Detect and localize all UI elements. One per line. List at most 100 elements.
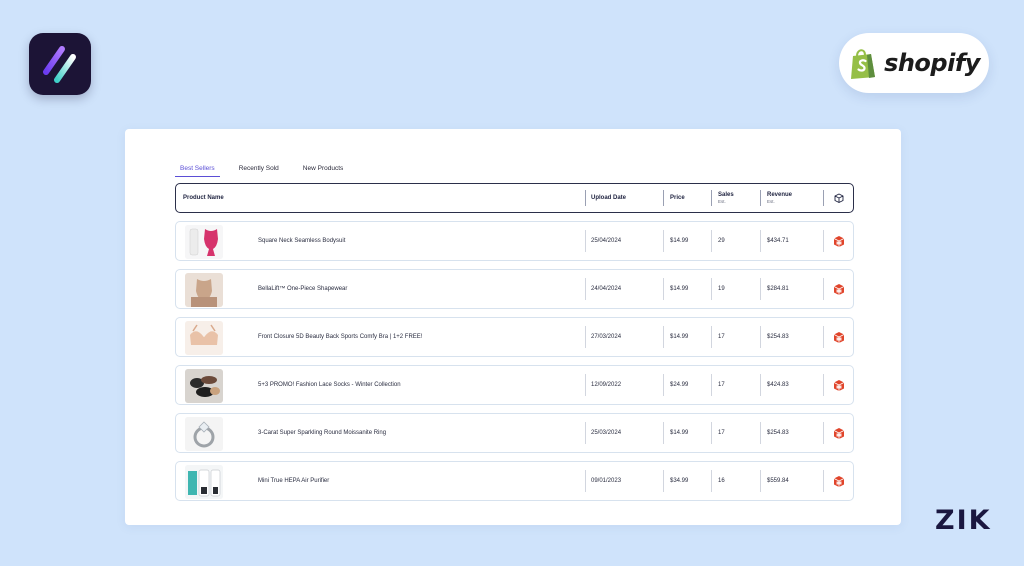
table-row[interactable]: 3-Carat Super Sparkling Round Moissanite… [175,413,854,453]
product-name[interactable]: 5+3 PROMO! Fashion Lace Socks - Winter C… [258,366,401,404]
column-divider [711,190,712,206]
price: $14.99 [670,430,689,436]
column-divider [760,326,761,348]
upload-date: 25/03/2024 [591,430,622,436]
column-divider [711,278,712,300]
sales-count: 17 [718,382,725,388]
column-divider [663,190,664,206]
column-header-revenue-label: Revenue [767,192,793,198]
upload-date: 12/09/2022 [591,382,622,388]
column-divider [823,278,824,300]
column-divider [760,230,761,252]
column-divider [711,422,712,444]
table-header: Product Name Upload Date Price Sales Est… [175,183,854,213]
column-header-revenue[interactable]: Revenue Est. [767,184,792,212]
column-divider [760,422,761,444]
product-box-icon[interactable] [833,475,845,488]
revenue: $424.83 [767,382,789,388]
column-divider [760,190,761,206]
price: $14.99 [670,334,689,340]
product-thumbnail[interactable] [185,417,223,451]
revenue: $284.81 [767,286,789,292]
revenue: $254.83 [767,430,789,436]
column-divider [585,278,586,300]
box-icon [834,193,844,203]
column-divider [711,326,712,348]
product-table-panel: Best Sellers Recently Sold New Products … [125,129,901,525]
shopify-badge: shopify [839,33,989,93]
app-logo-icon [43,46,76,83]
product-box-icon[interactable] [833,331,845,344]
sales-count: 17 [718,430,725,436]
column-divider [823,230,824,252]
product-name[interactable]: Mini True HEPA Air Purifier [258,462,329,500]
column-header-upload-date[interactable]: Upload Date [591,184,626,212]
sales-count: 19 [718,286,725,292]
column-header-box [834,184,844,212]
column-divider [760,374,761,396]
column-divider [711,230,712,252]
tab-best-sellers[interactable]: Best Sellers [175,165,220,177]
upload-date: 25/04/2024 [591,238,622,244]
table-row[interactable]: 5+3 PROMO! Fashion Lace Socks - Winter C… [175,365,854,405]
column-header-sales-label: Sales [718,192,734,198]
column-divider [585,230,586,252]
column-divider [585,470,586,492]
column-divider [585,422,586,444]
tab-recently-sold[interactable]: Recently Sold [234,165,284,177]
column-divider [585,190,586,206]
column-divider [823,190,824,206]
column-divider [823,374,824,396]
app-logo [29,33,91,95]
table-row[interactable]: Front Closure 5D Beauty Back Sports Comf… [175,317,854,357]
column-divider [760,278,761,300]
product-thumbnail[interactable] [185,369,223,403]
column-divider [663,278,664,300]
table-row[interactable]: BellaLift™ One-Piece Shapewear 24/04/202… [175,269,854,309]
table-row[interactable]: Square Neck Seamless Bodysuit 25/04/2024… [175,221,854,261]
price: $14.99 [670,286,689,292]
product-thumbnail[interactable] [185,273,223,307]
column-divider [585,374,586,396]
product-thumbnail[interactable] [185,225,223,259]
product-thumbnail[interactable] [185,321,223,355]
product-name[interactable]: Square Neck Seamless Bodysuit [258,222,345,260]
product-thumbnail[interactable] [185,465,223,499]
column-divider [711,374,712,396]
shopify-bag-icon [851,49,876,79]
product-name[interactable]: BellaLift™ One-Piece Shapewear [258,270,347,308]
column-header-revenue-sub: Est. [767,199,775,204]
column-divider [823,422,824,444]
column-divider [663,374,664,396]
upload-date: 24/04/2024 [591,286,622,292]
column-divider [823,470,824,492]
column-divider [663,422,664,444]
sales-count: 29 [718,238,725,244]
price: $14.99 [670,238,689,244]
tab-bar: Best Sellers Recently Sold New Products [175,165,348,177]
zik-logo: ZIK [935,505,992,536]
product-box-icon[interactable] [833,427,845,440]
product-box-icon[interactable] [833,379,845,392]
revenue: $434.71 [767,238,789,244]
sales-count: 17 [718,334,725,340]
upload-date: 09/01/2023 [591,478,622,484]
table-row[interactable]: Mini True HEPA Air Purifier 09/01/2023 $… [175,461,854,501]
product-box-icon[interactable] [833,283,845,296]
price: $24.99 [670,382,689,388]
column-divider [663,230,664,252]
column-divider [585,326,586,348]
column-header-sales[interactable]: Sales Est. [718,184,734,212]
column-header-product-name[interactable]: Product Name [183,184,224,212]
column-divider [760,470,761,492]
upload-date: 27/03/2024 [591,334,622,340]
sales-count: 16 [718,478,725,484]
product-name[interactable]: Front Closure 5D Beauty Back Sports Comf… [258,318,422,356]
tab-new-products[interactable]: New Products [298,165,348,177]
column-header-sales-sub: Est. [718,199,726,204]
column-header-price[interactable]: Price [670,184,685,212]
revenue: $254.83 [767,334,789,340]
price: $34.99 [670,478,689,484]
product-box-icon[interactable] [833,235,845,248]
product-name[interactable]: 3-Carat Super Sparkling Round Moissanite… [258,414,386,452]
